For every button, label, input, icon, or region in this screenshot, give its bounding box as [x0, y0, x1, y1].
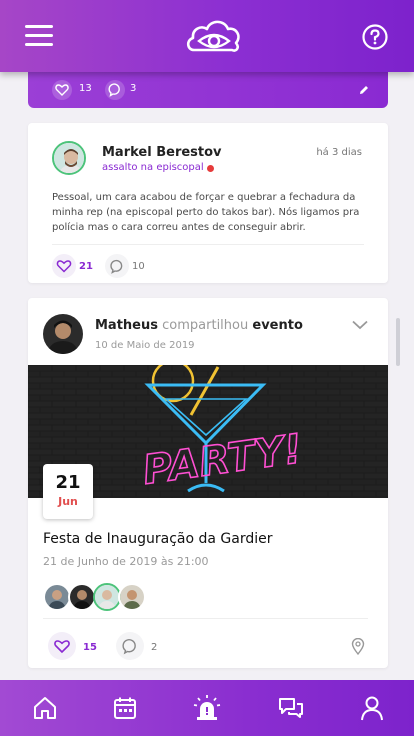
share-action: compartilhou — [162, 318, 249, 333]
comment-button[interactable] — [116, 632, 144, 660]
avatar[interactable] — [52, 141, 86, 175]
event-card: Matheus compartilhou evento 10 de Maio d… — [28, 298, 388, 668]
heart-icon — [55, 84, 69, 96]
post-time: há 3 dias — [316, 147, 362, 158]
comment-icon — [108, 83, 120, 97]
divider — [43, 618, 368, 619]
heart-icon — [54, 640, 70, 654]
cloud-eye-logo[interactable] — [184, 12, 244, 60]
comment-count: 2 — [151, 642, 158, 653]
post-text: Pessoal, um cara acabou de forçar e queb… — [52, 192, 360, 233]
event-day: 21 — [55, 472, 81, 493]
author-name[interactable]: Matheus — [95, 318, 158, 333]
location-pin-icon[interactable] — [351, 638, 365, 655]
like-button[interactable] — [48, 632, 76, 660]
like-count: 21 — [79, 261, 93, 272]
feed[interactable]: 13 3 Markel Berestov assalto na episcopa… — [0, 72, 414, 680]
app-header — [0, 0, 414, 72]
comment-count: 10 — [132, 261, 145, 272]
event-title[interactable]: Festa de Inauguração da Gardier — [43, 531, 273, 547]
alert-siren-icon[interactable] — [193, 694, 221, 722]
attendee-avatar[interactable] — [43, 583, 71, 611]
attendee-avatar[interactable] — [93, 583, 121, 611]
avatar[interactable] — [43, 314, 83, 354]
comment-icon — [110, 259, 123, 274]
author-name[interactable]: Markel Berestov — [102, 145, 222, 160]
chevron-down-icon[interactable] — [352, 320, 368, 330]
comment-count: 3 — [130, 83, 137, 94]
post-location[interactable]: assalto na episcopal — [102, 162, 204, 173]
shared-object: evento — [252, 318, 303, 333]
share-line: Matheus compartilhou evento — [95, 318, 303, 333]
profile-icon[interactable] — [358, 694, 386, 722]
event-datetime: 21 de Junho de 2019 às 21:00 — [43, 555, 209, 568]
like-count: 15 — [83, 642, 97, 653]
like-button[interactable] — [52, 80, 72, 100]
post-card: Markel Berestov assalto na episcopal há … — [28, 123, 388, 283]
pencil-icon[interactable] — [358, 84, 370, 96]
like-count: 13 — [79, 83, 92, 94]
status-dot — [207, 165, 214, 172]
comment-button[interactable] — [105, 254, 129, 278]
bottom-nav — [0, 680, 414, 736]
comment-button[interactable] — [105, 80, 125, 100]
heart-icon — [56, 260, 72, 273]
post-action-bar: 13 3 — [28, 72, 388, 108]
chat-icon[interactable] — [277, 694, 305, 722]
event-date-box: 21 Jun — [43, 464, 93, 519]
attendee-avatar[interactable] — [68, 583, 96, 611]
comment-icon — [122, 639, 136, 655]
share-date: 10 de Maio de 2019 — [95, 340, 195, 351]
scrollbar[interactable] — [396, 318, 400, 366]
divider — [52, 244, 364, 245]
help-circle-icon[interactable] — [362, 24, 388, 50]
home-icon[interactable] — [31, 694, 59, 722]
hamburger-icon[interactable] — [25, 25, 53, 47]
like-button[interactable] — [52, 254, 76, 278]
calendar-icon[interactable] — [111, 694, 139, 722]
event-month: Jun — [58, 495, 78, 508]
attendee-avatar[interactable] — [118, 583, 146, 611]
